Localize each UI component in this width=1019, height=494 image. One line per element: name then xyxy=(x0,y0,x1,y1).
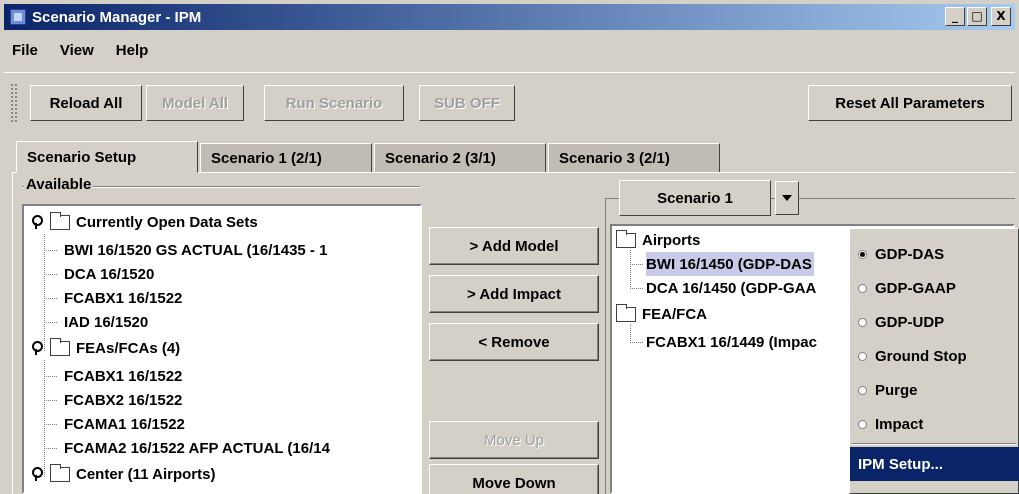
folder-icon xyxy=(50,337,70,356)
title-bar: Scenario Manager - IPM _ □ X xyxy=(4,4,1015,30)
radio-icon xyxy=(858,385,867,395)
tree-connector xyxy=(44,250,58,251)
tree-item[interactable]: FCABX1 16/1522 xyxy=(64,364,182,388)
menu-option-gdp-udp[interactable]: GDP-UDP xyxy=(850,305,1019,339)
tree-group-open-data-sets[interactable]: Currently Open Data Sets xyxy=(30,210,258,234)
folder-icon xyxy=(616,303,636,322)
tree-item[interactable]: IAD 16/1520 xyxy=(64,310,148,334)
app-icon xyxy=(10,9,26,25)
tab-scenario-2[interactable]: Scenario 2 (3/1) xyxy=(374,143,546,173)
minimize-button[interactable]: _ xyxy=(945,7,965,26)
menu-option-gdp-das[interactable]: GDP-DAS xyxy=(850,237,1019,271)
tab-scenario-1[interactable]: Scenario 1 (2/1) xyxy=(200,143,372,173)
add-model-button[interactable]: > Add Model xyxy=(429,227,599,265)
tree-group-label: FEA/FCA xyxy=(642,305,707,323)
tab-strip: Scenario Setup Scenario 1 (2/1) Scenario… xyxy=(16,141,722,173)
tree-connector xyxy=(44,424,58,425)
tree-group-label: Center (11 Airports) xyxy=(76,465,216,483)
tree-item[interactable]: BWI 16/1520 GS ACTUAL (16/1435 - 1 xyxy=(64,238,327,262)
close-button[interactable]: X xyxy=(991,7,1011,26)
move-up-button[interactable]: Move Up xyxy=(429,421,599,459)
scenario-group-fea-fca[interactable]: FEA/FCA xyxy=(616,302,707,326)
tree-group-label: FEAs/FCAs (4) xyxy=(76,339,181,357)
tree-item[interactable]: FCAMA2 16/1522 AFP ACTUAL (16/14 xyxy=(64,436,330,460)
expand-toggle-icon[interactable] xyxy=(30,341,43,355)
toolbar-grip[interactable] xyxy=(10,83,18,123)
menu-bar: File View Help xyxy=(4,36,154,64)
scenario-group-airports[interactable]: Airports xyxy=(616,228,700,252)
tree-connector xyxy=(44,322,58,323)
tree-item-selected[interactable]: BWI 16/1450 (GDP-DAS xyxy=(646,252,814,276)
expand-toggle-icon[interactable] xyxy=(30,467,43,481)
menu-option-gdp-gaap[interactable]: GDP-GAAP xyxy=(850,271,1019,305)
folder-icon xyxy=(50,463,70,482)
model-type-popup-menu: GDP-DAS GDP-GAAP GDP-UDP Ground Stop Pur… xyxy=(849,228,1019,494)
tree-item[interactable]: DCA 16/1450 (GDP-GAA xyxy=(646,276,816,300)
tree-connector xyxy=(44,274,58,275)
remove-button[interactable]: < Remove xyxy=(429,323,599,361)
reset-all-parameters-button[interactable]: Reset All Parameters xyxy=(808,85,1012,121)
menu-help[interactable]: Help xyxy=(110,40,155,61)
menu-view[interactable]: View xyxy=(54,40,100,61)
menu-separator xyxy=(852,443,1016,445)
tab-scenario-3[interactable]: Scenario 3 (2/1) xyxy=(548,143,720,173)
tree-connector xyxy=(630,250,631,288)
radio-icon xyxy=(858,419,867,429)
menu-option-label: Impact xyxy=(875,415,924,433)
folder-icon xyxy=(50,211,70,230)
maximize-button[interactable]: □ xyxy=(967,7,987,26)
tree-item[interactable]: FCAMA1 16/1522 xyxy=(64,412,185,436)
tree-group-feas-fcas[interactable]: FEAs/FCAs (4) xyxy=(30,336,180,360)
tree-connector xyxy=(630,342,644,343)
radio-selected-icon xyxy=(858,249,867,259)
available-tree[interactable]: Currently Open Data Sets BWI 16/1520 GS … xyxy=(22,204,422,494)
tree-group-center[interactable]: Center (11 Airports) xyxy=(30,462,215,486)
tree-connector xyxy=(44,234,45,352)
menu-option-label: GDP-GAAP xyxy=(875,279,956,297)
tree-connector xyxy=(44,360,45,478)
tree-connector xyxy=(630,264,644,265)
tree-item[interactable]: FCABX1 16/1522 xyxy=(64,286,182,310)
tree-item[interactable]: FCABX1 16/1449 (Impac xyxy=(646,330,817,354)
menu-option-label: Purge xyxy=(875,381,918,399)
tree-connector xyxy=(44,448,58,449)
sub-off-button[interactable]: SUB OFF xyxy=(419,85,515,121)
tree-item[interactable]: DCA 16/1520 xyxy=(64,262,154,286)
tree-group-label: Airports xyxy=(642,231,701,249)
reload-all-button[interactable]: Reload All xyxy=(30,85,142,121)
radio-icon xyxy=(858,283,867,293)
scenario-select[interactable]: Scenario 1 xyxy=(619,180,771,216)
menu-option-ground-stop[interactable]: Ground Stop xyxy=(850,339,1019,373)
available-label: Available xyxy=(24,176,94,193)
menu-option-purge[interactable]: Purge xyxy=(850,373,1019,407)
menu-option-impact[interactable]: Impact xyxy=(850,407,1019,441)
menu-option-label: Ground Stop xyxy=(875,347,967,365)
chevron-down-icon[interactable] xyxy=(775,181,799,215)
tree-connector xyxy=(44,376,58,377)
menu-option-label: GDP-UDP xyxy=(875,313,945,331)
run-scenario-button[interactable]: Run Scenario xyxy=(264,85,404,121)
tree-connector xyxy=(44,400,58,401)
menu-file[interactable]: File xyxy=(6,40,44,61)
tree-item[interactable]: FCABX2 16/1522 xyxy=(64,388,182,412)
window-title: Scenario Manager - IPM xyxy=(32,8,202,26)
add-impact-button[interactable]: > Add Impact xyxy=(429,275,599,313)
move-down-button[interactable]: Move Down xyxy=(429,464,599,494)
menu-option-label: GDP-DAS xyxy=(875,245,945,263)
toolbar: Reload All Model All Run Scenario SUB OF… xyxy=(4,72,1015,130)
radio-icon xyxy=(858,317,867,327)
folder-icon xyxy=(616,229,636,248)
tab-scenario-setup[interactable]: Scenario Setup xyxy=(16,141,198,173)
tree-group-label: Currently Open Data Sets xyxy=(76,213,258,231)
radio-icon xyxy=(858,351,867,361)
tree-connector xyxy=(630,324,631,342)
tree-connector xyxy=(630,288,644,289)
model-all-button[interactable]: Model All xyxy=(146,85,244,121)
tree-connector xyxy=(44,298,58,299)
menu-option-ipm-setup[interactable]: IPM Setup... xyxy=(850,447,1019,481)
expand-toggle-icon[interactable] xyxy=(30,215,43,229)
